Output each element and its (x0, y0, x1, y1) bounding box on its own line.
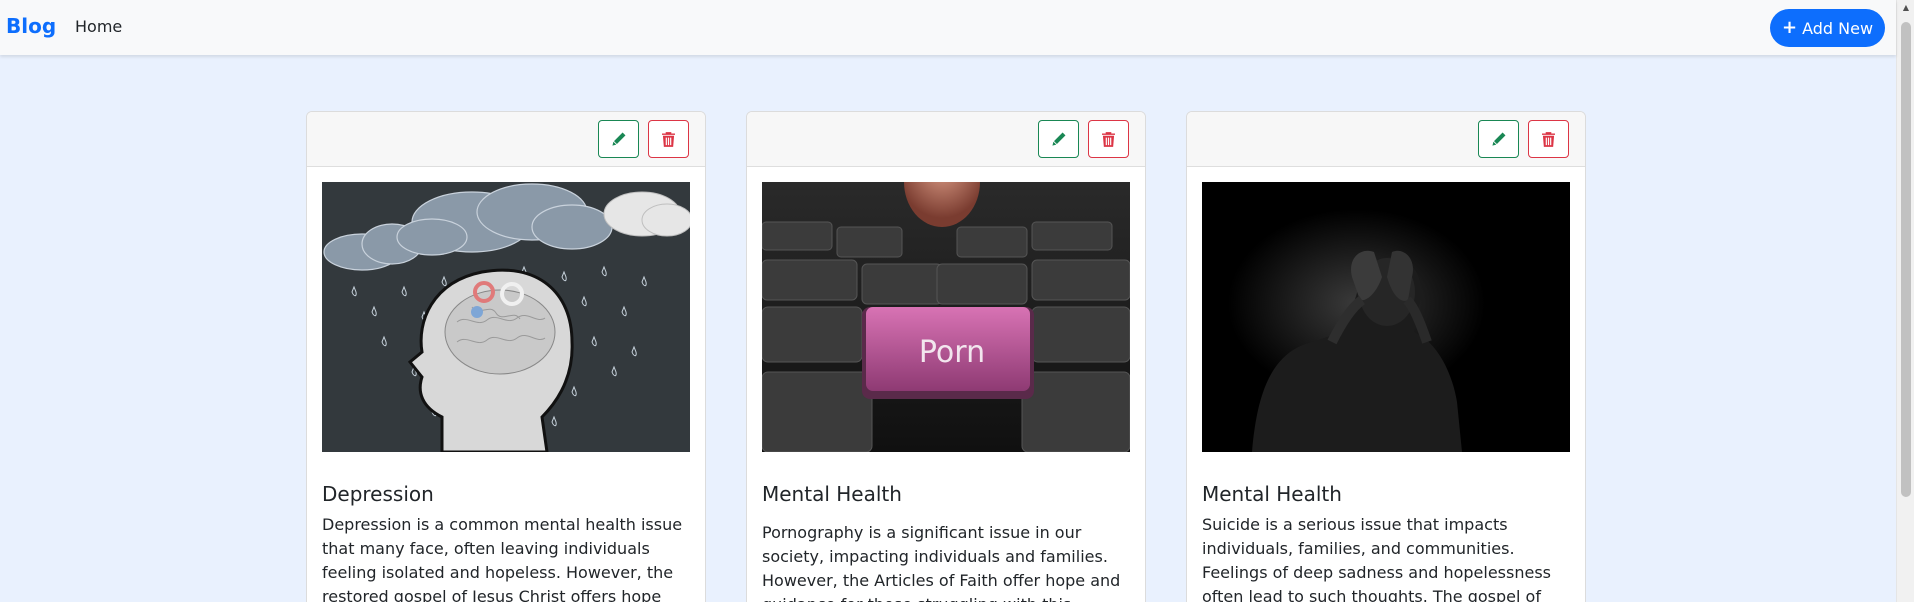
delete-button[interactable] (648, 120, 689, 158)
plus-icon: + (1781, 17, 1798, 38)
trash-icon (662, 131, 675, 147)
add-new-button[interactable]: + Add New (1770, 9, 1885, 47)
delete-button[interactable] (1528, 120, 1569, 158)
brand-logo[interactable]: Blog (6, 14, 56, 38)
post-excerpt: Pornography is a significant issue in ou… (762, 523, 1121, 602)
post-title: Depression (322, 482, 434, 506)
post-card: Mental Health Suicide is a serious issue… (1186, 111, 1586, 602)
add-new-label: Add New (1802, 18, 1874, 38)
edit-button[interactable] (1038, 120, 1079, 158)
trash-icon (1102, 131, 1115, 147)
key-label: Porn (919, 335, 985, 370)
trash-icon (1542, 131, 1555, 147)
top-navbar: Blog Home + Add New (0, 0, 1896, 55)
post-card: Porn Mental Health Pornography is a sign… (746, 111, 1146, 602)
pencil-icon (1491, 132, 1505, 146)
post-image-distressed-man (1202, 182, 1570, 452)
scrollbar-thumb[interactable] (1901, 22, 1911, 497)
post-card: Depression Depression is a common mental… (306, 111, 706, 602)
post-image-keyboard: Porn (762, 182, 1130, 452)
nav-link-home[interactable]: Home (75, 17, 122, 36)
post-excerpt: Depression is a common mental health iss… (322, 515, 683, 602)
post-title: Mental Health (762, 482, 902, 506)
delete-button[interactable] (1088, 120, 1129, 158)
edit-button[interactable] (1478, 120, 1519, 158)
scroll-up-arrow-icon[interactable]: ▲ (1901, 3, 1911, 13)
card-header (307, 112, 705, 167)
edit-button[interactable] (598, 120, 639, 158)
pencil-icon (1051, 132, 1065, 146)
vertical-scrollbar[interactable]: ▲ (1896, 0, 1914, 602)
post-title: Mental Health (1202, 482, 1342, 506)
post-image-depression (322, 182, 690, 452)
card-header (1187, 112, 1585, 167)
pencil-icon (611, 132, 625, 146)
card-header (747, 112, 1145, 167)
post-excerpt: Suicide is a serious issue that impacts … (1202, 515, 1551, 602)
